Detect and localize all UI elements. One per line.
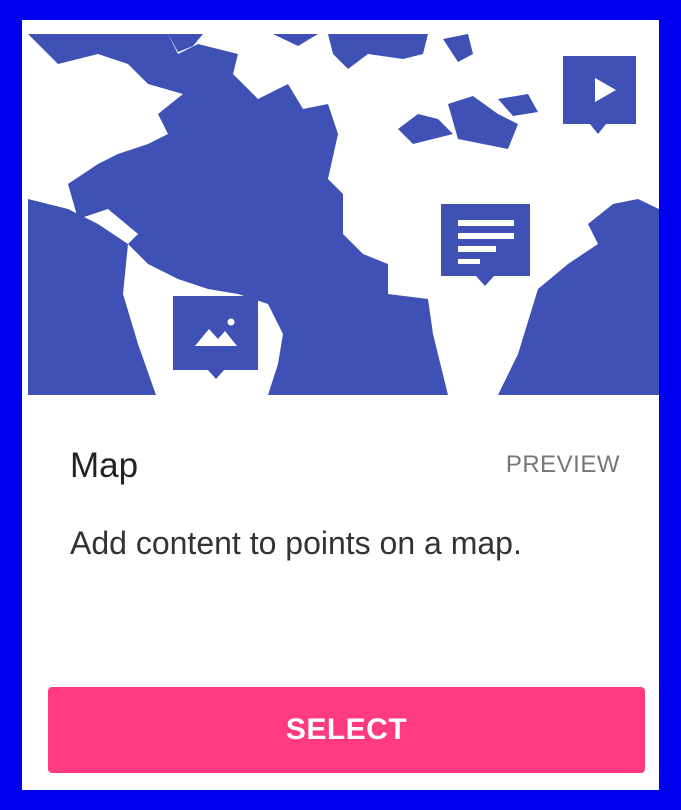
text-marker — [441, 204, 530, 286]
map-illustration — [28, 34, 659, 395]
preview-link[interactable]: PREVIEW — [506, 451, 620, 479]
card-title: Map — [70, 446, 139, 485]
world-map-graphic — [28, 34, 659, 395]
card-frame: Map PREVIEW Add content to points on a m… — [0, 0, 681, 810]
video-marker — [563, 56, 636, 134]
select-button[interactable]: SELECT — [48, 687, 645, 773]
card-description: Add content to points on a map. — [70, 525, 522, 561]
image-marker — [173, 296, 258, 379]
interaction-type-card: Map PREVIEW Add content to points on a m… — [22, 20, 659, 790]
